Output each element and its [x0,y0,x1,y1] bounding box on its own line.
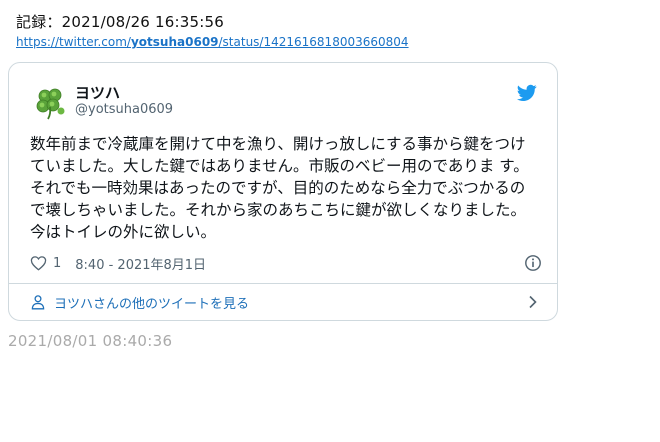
tweet-meta-row: 1 8:40 - 2021年8月1日 [30,253,542,273]
twitter-bird-icon[interactable] [517,84,537,102]
info-icon[interactable] [524,254,542,272]
tweet-text: 数年前まで冷蔵庫を開けて中を漁り、開けっ放しにする事から鍵をつけていました。大し… [30,135,529,241]
person-icon [31,295,45,310]
url-suffix: /status/1421616818003660804 [218,35,409,49]
archived-date: 2021/08/01 08:40:36 [8,332,173,350]
more-tweets-label: ヨツハさんの他のツイートを見る [54,296,250,312]
handle[interactable]: @yotsuha0609 [75,102,173,117]
display-name[interactable]: ヨツハ [75,82,120,103]
chevron-right-icon [529,295,537,309]
tweet-url-link[interactable]: https://twitter.com/yotsuha0609/status/1… [16,35,409,49]
more-tweets-link[interactable]: ヨツハさんの他のツイートを見る [30,291,540,313]
url-prefix: https://twitter.com/ [16,35,131,49]
embedded-tweet-card: ヨツハ @yotsuha0609 数年前まで冷蔵庫を開けて中を漁り、開けっ放しに… [8,62,558,321]
clover-avatar-icon [36,88,65,120]
avatar[interactable] [30,83,70,123]
tweet-timestamp[interactable]: 8:40 - 2021年8月1日 [75,254,206,273]
record-timestamp: 記録：2021/08/26 16:35:56 [16,13,224,31]
url-user: yotsuha0609 [130,35,219,49]
like-count: 1 [53,255,62,271]
heart-icon[interactable] [30,255,47,271]
divider [9,283,557,284]
